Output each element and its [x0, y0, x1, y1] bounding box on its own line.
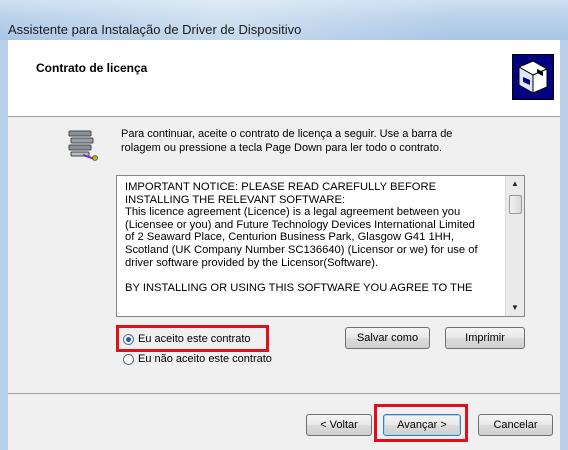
instructions-text: Para continuar, aceite o contrato de lic… — [121, 127, 511, 155]
scroll-up-icon[interactable]: ▲ — [506, 176, 524, 192]
license-line: BY INSTALLING OR USING THIS SOFTWARE YOU… — [125, 282, 473, 295]
back-button[interactable]: < Voltar — [306, 414, 372, 436]
decline-radio[interactable] — [123, 353, 134, 365]
setup-wizard-icon — [512, 54, 554, 100]
cancel-button[interactable]: Cancelar — [478, 414, 553, 436]
instructions-line: rolagem ou pressione a tecla Page Down p… — [121, 142, 443, 154]
window-title: Assistente para Instalação de Driver de … — [8, 22, 302, 37]
license-scrollbar[interactable]: ▲ ▼ — [505, 176, 524, 316]
next-button[interactable]: Avançar > — [383, 414, 461, 436]
scroll-down-icon[interactable]: ▼ — [506, 300, 524, 316]
license-text: IMPORTANT NOTICE: PLEASE READ CAREFULLY … — [125, 181, 503, 295]
accept-label[interactable]: Eu aceito este contrato — [138, 333, 251, 345]
accept-radio[interactable] — [123, 333, 134, 345]
window-frame-left — [0, 40, 8, 450]
decline-option[interactable]: Eu não aceito este contrato — [123, 353, 272, 365]
print-button[interactable]: Imprimir — [445, 327, 525, 349]
window-frame-right — [560, 40, 568, 450]
accept-option[interactable]: Eu aceito este contrato — [123, 333, 251, 345]
license-line: of 2 Seaward Place, Centurion Business P… — [125, 231, 454, 244]
instructions-line: Para continuar, aceite o contrato de lic… — [121, 128, 453, 140]
license-textbox[interactable]: IMPORTANT NOTICE: PLEASE READ CAREFULLY … — [116, 175, 525, 317]
scrollbar-thumb[interactable] — [509, 195, 522, 214]
license-paragraph-gap — [125, 269, 503, 282]
license-line: (Licensee or you) and Future Technology … — [125, 218, 475, 231]
install-wizard-icon — [65, 127, 101, 163]
license-line: IMPORTANT NOTICE: PLEASE READ CAREFULLY … — [125, 181, 437, 193]
page-title: Contrato de licença — [36, 61, 148, 75]
license-line: This licence agreement (Licence) is a le… — [125, 206, 461, 219]
decline-label[interactable]: Eu não aceito este contrato — [138, 353, 272, 365]
license-line: Scotland (UK Company Number SC136640) (L… — [125, 243, 478, 256]
wizard-header: Contrato de licença — [8, 40, 560, 117]
save-as-button[interactable]: Salvar como — [345, 327, 430, 349]
title-bar[interactable]: Assistente para Instalação de Driver de … — [0, 0, 568, 40]
license-line: INSTALLING THE RELEVANT SOFTWARE: — [125, 193, 346, 206]
license-line: driver software provided by the Licensor… — [125, 256, 379, 269]
